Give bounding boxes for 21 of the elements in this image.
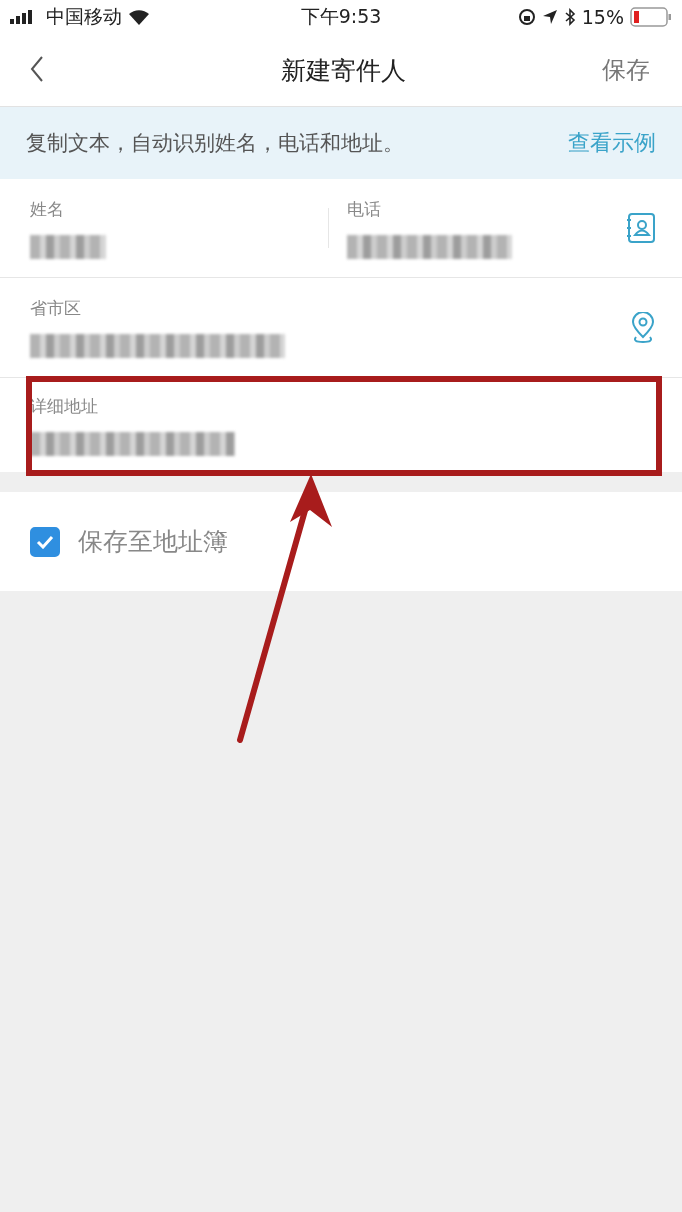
battery-icon <box>630 7 672 27</box>
location-pin-icon[interactable] <box>630 311 656 344</box>
battery-percent: 15% <box>581 6 624 28</box>
check-icon <box>36 534 54 549</box>
wifi-icon <box>128 9 150 25</box>
save-button[interactable]: 保存 <box>596 54 656 86</box>
field-label: 姓名 <box>30 197 65 221</box>
location-icon <box>541 9 558 25</box>
carrier-name: 中国移动 <box>46 4 122 29</box>
status-time: 下午9:53 <box>300 4 382 29</box>
field-label: 省市区 <box>30 297 82 320</box>
page-title: 新建寄件人 <box>280 54 406 87</box>
view-example-link[interactable]: 查看示例 <box>568 128 656 158</box>
bluetooth-icon <box>563 8 576 26</box>
checkbox-label: 保存至地址簿 <box>78 526 228 558</box>
field-label: 电话 <box>347 197 382 221</box>
back-icon <box>30 54 44 83</box>
contact-book-icon[interactable] <box>626 212 656 244</box>
banner-text: 复制文本，自动识别姓名，电话和地址。 <box>26 130 404 157</box>
rotation-lock-icon <box>517 8 536 26</box>
checkbox[interactable] <box>30 526 60 557</box>
